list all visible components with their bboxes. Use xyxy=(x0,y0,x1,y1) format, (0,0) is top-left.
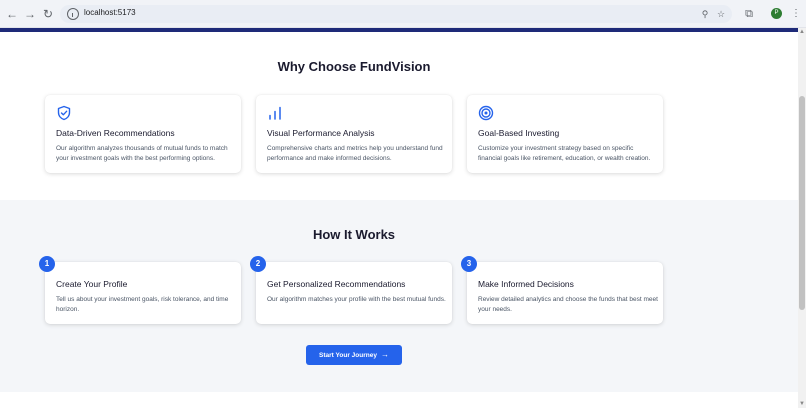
feature-card-goal-based: Goal-Based Investing Customize your inve… xyxy=(467,95,663,173)
scroll-thumb[interactable] xyxy=(799,96,805,310)
feature-card-data-driven: Data-Driven Recommendations Our algorith… xyxy=(45,95,241,173)
address-url[interactable]: localhost:5173 xyxy=(84,8,136,17)
why-section: Why Choose FundVision Data-Driven Recomm… xyxy=(0,32,798,200)
browser-menu-icon[interactable]: ⋮ xyxy=(791,7,801,21)
step-card-title: Make Informed Decisions xyxy=(478,279,574,289)
arrow-right-icon: → xyxy=(380,350,389,359)
step-card-1: Create Your Profile Tell us about your i… xyxy=(45,262,241,324)
start-journey-button[interactable]: Start Your Journey → xyxy=(306,345,402,365)
site-info-icon[interactable] xyxy=(67,8,79,20)
step-number-badge: 3 xyxy=(461,256,477,272)
feature-card-visual-analysis: Visual Performance Analysis Comprehensiv… xyxy=(256,95,452,173)
shield-check-icon xyxy=(57,105,71,121)
feature-card-desc: Our algorithm analyzes thousands of mutu… xyxy=(56,145,228,162)
start-journey-label: Start Your Journey xyxy=(319,352,377,359)
feature-card-desc: Customize your investment strategy based… xyxy=(478,145,651,162)
feature-card-desc: Comprehensive charts and metrics help yo… xyxy=(267,145,443,162)
step-card-3: Make Informed Decisions Review detailed … xyxy=(467,262,663,324)
feature-card-title: Data-Driven Recommendations xyxy=(56,128,175,138)
bar-chart-icon xyxy=(269,106,281,120)
bookmark-star-icon[interactable]: ☆ xyxy=(716,9,726,19)
back-arrow-icon[interactable]: ← xyxy=(4,6,20,22)
how-section-title: How It Works xyxy=(312,227,396,242)
step-card-desc: Tell us about your investment goals, ris… xyxy=(56,296,229,313)
profile-avatar[interactable]: P xyxy=(771,8,782,19)
forward-arrow-icon[interactable]: → xyxy=(22,6,38,22)
why-section-title: Why Choose FundVision xyxy=(277,59,431,74)
browser-toolbar: ← → ↻ localhost:5173 ⚲ ☆ ⧉ P ⋮ xyxy=(0,0,806,28)
step-card-title: Get Personalized Recommendations xyxy=(267,279,406,289)
step-number-badge: 1 xyxy=(39,256,55,272)
scroll-up-arrow-icon[interactable]: ▲ xyxy=(799,28,805,36)
step-card-desc: Review detailed analytics and choose the… xyxy=(478,296,658,313)
step-card-2: Get Personalized Recommendations Our alg… xyxy=(256,262,452,324)
target-icon xyxy=(478,105,494,121)
scroll-down-arrow-icon[interactable]: ▼ xyxy=(799,400,805,408)
zoom-icon[interactable]: ⚲ xyxy=(700,9,710,19)
step-card-desc: Our algorithm matches your profile with … xyxy=(267,296,446,303)
address-bar[interactable]: localhost:5173 ⚲ ☆ xyxy=(60,5,732,23)
step-number-badge: 2 xyxy=(250,256,266,272)
feature-card-title: Visual Performance Analysis xyxy=(267,128,375,138)
feature-card-title: Goal-Based Investing xyxy=(478,128,560,138)
step-card-title: Create Your Profile xyxy=(56,279,128,289)
page-scrollbar[interactable]: ▲ ▼ xyxy=(798,28,806,408)
reload-icon[interactable]: ↻ xyxy=(40,6,56,22)
extensions-puzzle-icon[interactable]: ⧉ xyxy=(741,6,757,22)
